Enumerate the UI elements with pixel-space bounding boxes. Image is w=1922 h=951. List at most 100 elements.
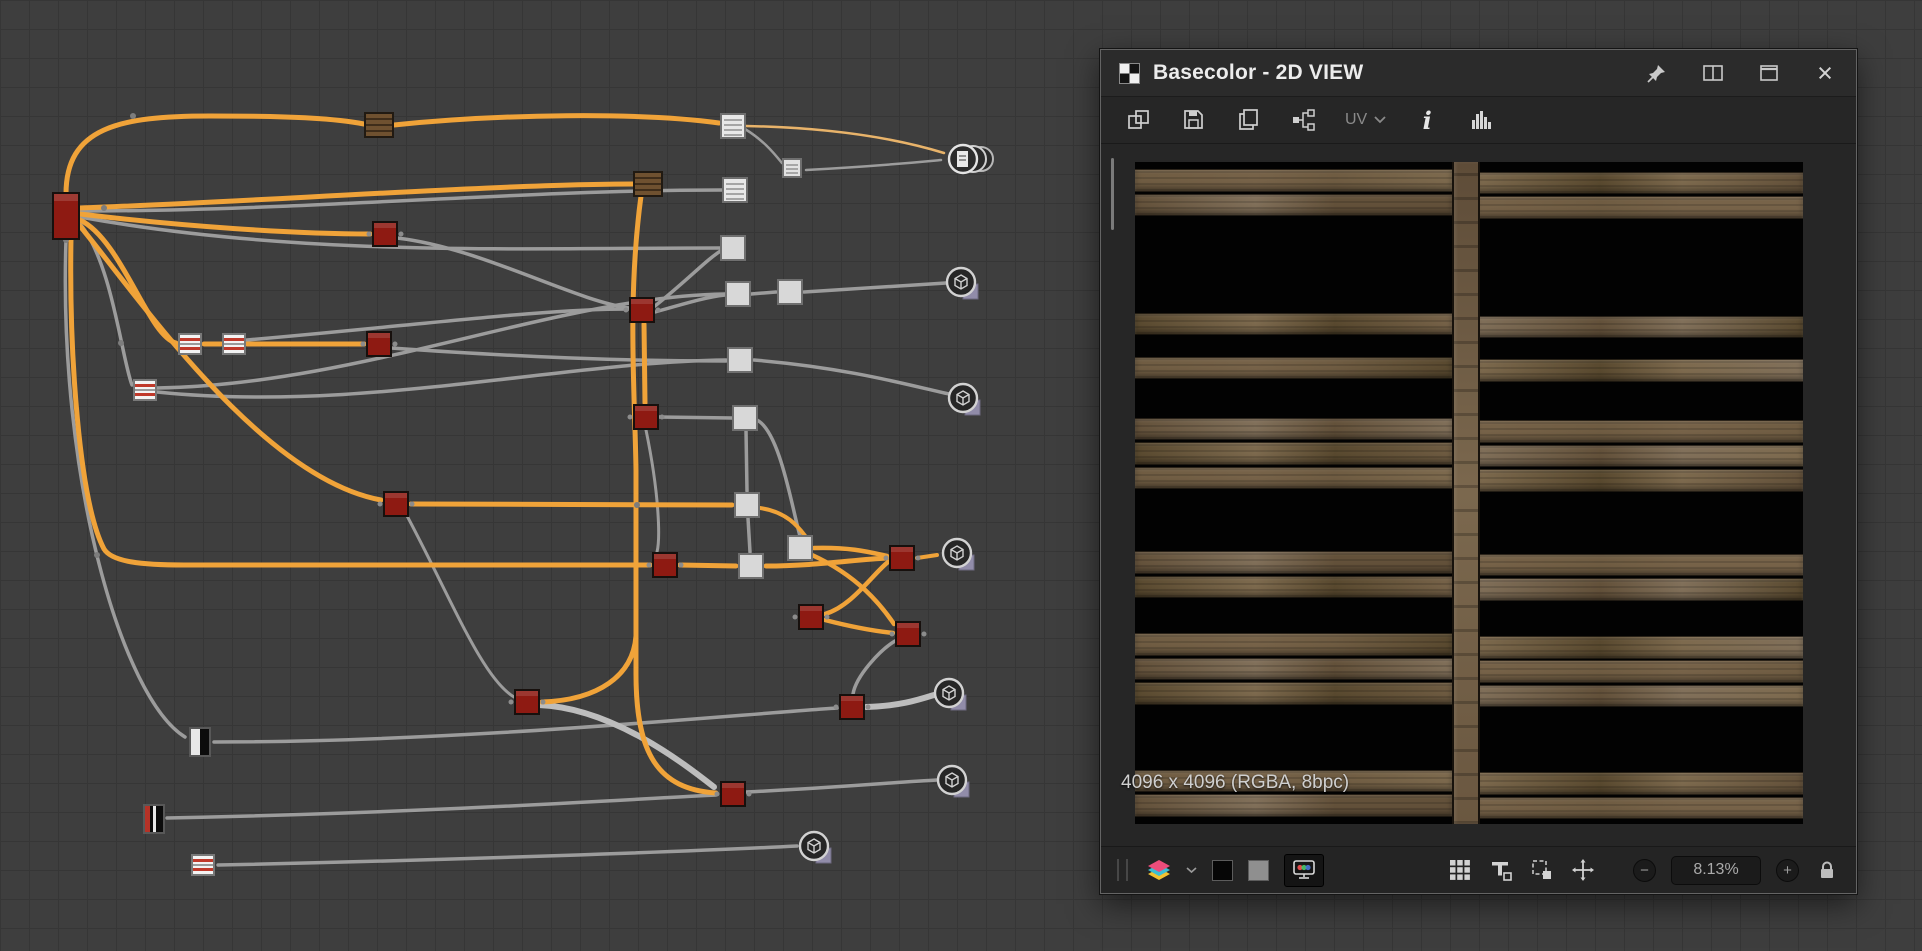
gray-background-swatch[interactable] (1248, 860, 1269, 881)
zoom-lock-button[interactable] (1814, 857, 1840, 883)
wood-plank (1135, 794, 1452, 817)
lock-icon (1816, 859, 1838, 881)
graph-node-out[interactable] (935, 679, 966, 710)
wood-plank (1135, 313, 1452, 336)
graph-node-light[interactable] (777, 279, 803, 305)
zoom-out-button[interactable]: − (1633, 859, 1656, 882)
panel-titlebar[interactable]: Basecolor - 2D VIEW (1101, 50, 1856, 97)
pin-button[interactable] (1644, 60, 1670, 86)
graph-node-light[interactable] (732, 405, 758, 431)
graph-wire (748, 518, 750, 552)
graph-node-out[interactable] (800, 832, 831, 863)
graph-node-light[interactable] (727, 347, 753, 373)
graph-wire (539, 705, 714, 787)
graph-node-out[interactable] (947, 268, 978, 299)
graph-wire (411, 504, 732, 505)
wood-plank (1476, 172, 1803, 195)
graph-node-red[interactable] (647, 552, 684, 578)
wire-junction-dot (634, 502, 640, 508)
grid-toggle-button[interactable] (1447, 857, 1473, 883)
zoom-level-field[interactable]: 8.13% (1671, 856, 1761, 885)
chevron-down-icon (1374, 116, 1386, 124)
copy-image-button[interactable] (1235, 106, 1263, 134)
black-background-swatch[interactable] (1212, 860, 1233, 881)
graph-node-stack[interactable] (949, 145, 993, 173)
graph-node-light[interactable] (725, 281, 751, 307)
graph-node-brown[interactable] (633, 171, 663, 197)
pin-icon (1645, 61, 1669, 85)
graph-node-red[interactable] (793, 604, 830, 630)
2d-view-panel: Basecolor - 2D VIEW (1100, 49, 1857, 894)
wood-plank (1476, 420, 1803, 443)
graph-node-light[interactable] (738, 553, 764, 579)
graph-node-red[interactable] (378, 491, 415, 517)
graph-wire (814, 548, 887, 556)
graph-node-brown[interactable] (364, 112, 394, 138)
zoom-in-button[interactable]: + (1776, 859, 1799, 882)
maximize-button[interactable] (1756, 60, 1782, 86)
graph-node-lightSm[interactable] (782, 158, 802, 178)
fit-view-button[interactable] (1529, 857, 1555, 883)
graph-node-red[interactable] (884, 545, 921, 571)
graph-node-light[interactable] (720, 235, 746, 261)
vertical-scrollbar[interactable] (1111, 158, 1114, 230)
save-image-button[interactable] (1180, 106, 1208, 134)
graph-node-red[interactable] (509, 689, 546, 715)
graph-node-redtall[interactable] (52, 192, 80, 240)
pan-button[interactable] (1570, 857, 1596, 883)
graph-wire (746, 780, 937, 792)
graph-node-light[interactable] (787, 535, 813, 561)
graph-wire (157, 360, 726, 397)
graph-node-lightS[interactable] (720, 113, 746, 139)
uv-overlay-dropdown[interactable]: UV (1345, 111, 1386, 129)
channels-chevron-icon[interactable] (1186, 867, 1197, 874)
graph-node-stripe[interactable] (178, 333, 202, 355)
graph-node-stripe[interactable] (191, 854, 215, 876)
graph-wire (644, 324, 645, 403)
graph-node-red[interactable] (624, 297, 661, 323)
graph-wire (80, 224, 132, 385)
graph-node-red[interactable] (834, 694, 871, 720)
node-graph-area[interactable] (0, 0, 1100, 951)
graph-node-red[interactable] (367, 221, 404, 247)
graph-node-blackred[interactable] (143, 804, 165, 834)
wood-plank (1135, 169, 1452, 192)
panel-title: Basecolor - 2D VIEW (1153, 61, 1363, 85)
graph-node-light[interactable] (734, 492, 760, 518)
graph-wire (218, 846, 797, 865)
tiling-mode-button[interactable] (1488, 857, 1514, 883)
graph-node-out[interactable] (949, 384, 980, 415)
wood-plank (1476, 578, 1803, 601)
graph-node-lightS[interactable] (722, 177, 748, 203)
graph-node-red[interactable] (715, 781, 752, 807)
split-view-button[interactable] (1700, 60, 1726, 86)
graph-wire (866, 695, 934, 707)
graph-wire (680, 565, 736, 566)
graph-node-red[interactable] (361, 331, 398, 357)
graph-node-red[interactable] (628, 404, 665, 430)
save-icon (1181, 107, 1207, 133)
linked-graph-button[interactable] (1290, 106, 1318, 134)
wood-plank (1135, 576, 1452, 599)
graph-wire (646, 430, 659, 552)
graph-node-black[interactable] (189, 727, 211, 757)
channels-button[interactable] (1145, 857, 1171, 883)
wood-plank (1476, 660, 1803, 683)
display-mode-button[interactable] (1284, 854, 1324, 887)
statusbar-grip[interactable] (1117, 859, 1128, 881)
texture-image[interactable] (1135, 162, 1803, 824)
histogram-button[interactable] (1468, 106, 1496, 134)
graph-node-red[interactable] (890, 621, 927, 647)
graph-node-stripe[interactable] (133, 379, 157, 401)
close-icon[interactable]: × (1812, 60, 1838, 86)
compare-images-button[interactable] (1125, 106, 1153, 134)
maximize-icon (1757, 61, 1781, 85)
node-graph-canvas[interactable] (0, 0, 1100, 951)
display-mode-icon (1291, 858, 1317, 882)
2d-viewport[interactable]: 4096 x 4096 (RGBA, 8bpc) (1101, 144, 1856, 846)
graph-node-out[interactable] (943, 539, 974, 570)
wire-junction-dot (101, 205, 107, 211)
information-button[interactable]: i (1413, 106, 1441, 134)
graph-node-stripe[interactable] (222, 333, 246, 355)
graph-node-out[interactable] (938, 766, 969, 797)
